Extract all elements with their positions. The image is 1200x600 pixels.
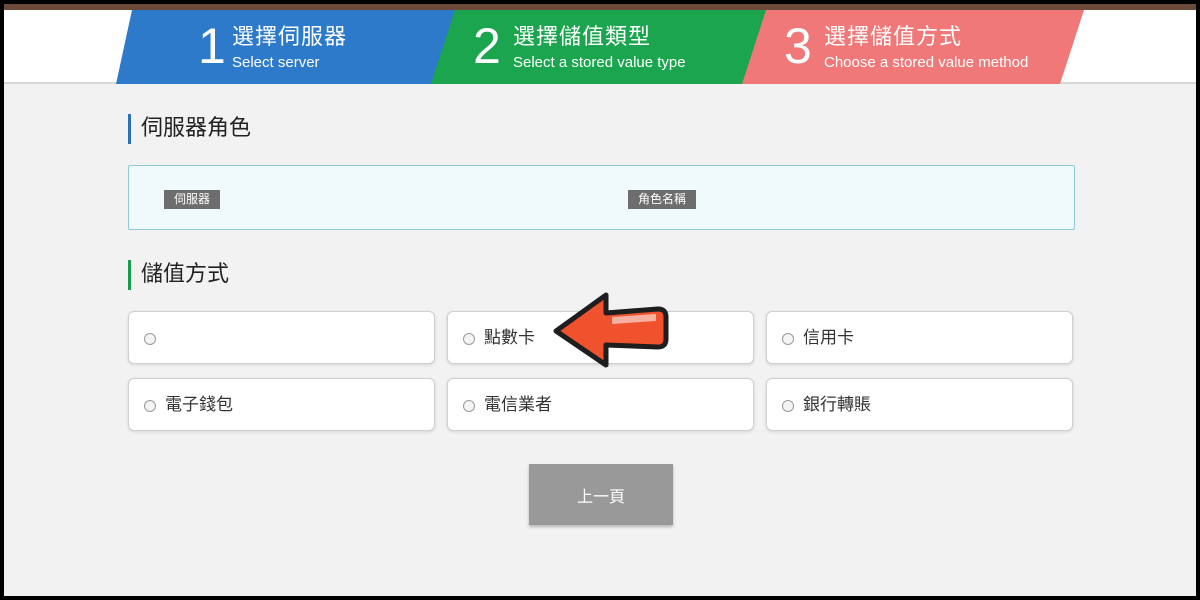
step-1-title: 選擇伺服器 [232, 25, 348, 50]
payment-option-credit-card[interactable]: 信用卡 [766, 311, 1073, 364]
option-label: 銀行轉賬 [803, 395, 871, 415]
option-label: 電信業者 [484, 395, 552, 415]
server-tag: 伺服器 [164, 190, 221, 209]
step-1-number: 1 [198, 18, 226, 74]
step-2-title: 選擇儲值類型 [513, 25, 652, 50]
payment-option-e-wallet[interactable]: 電子錢包 [128, 378, 435, 431]
radio-button[interactable] [782, 333, 794, 345]
step-1: 1 選擇伺服器 Select server [116, 10, 461, 84]
radio-button[interactable] [782, 400, 794, 412]
payment-method-heading: 儲值方式 [128, 260, 229, 290]
server-role-heading: 伺服器角色 [128, 114, 251, 144]
step-3-title: 選擇儲值方式 [824, 25, 963, 50]
step-2-number: 2 [473, 18, 501, 74]
step-3: 3 選擇儲值方式 Choose a stored value method [742, 10, 1084, 84]
radio-button[interactable] [463, 333, 475, 345]
option-label: 信用卡 [803, 328, 854, 348]
payment-option-blank[interactable] [128, 311, 435, 364]
option-label: 點數卡 [484, 328, 535, 348]
radio-button[interactable] [144, 333, 156, 345]
step-1-subtitle: Select server [232, 54, 320, 71]
step-3-subtitle: Choose a stored value method [824, 54, 1029, 71]
step-2: 2 選擇儲值類型 Select a stored value type [431, 10, 769, 84]
radio-button[interactable] [463, 400, 475, 412]
server-role-panel: 伺服器 角色名稱 [128, 165, 1075, 230]
step-3-number: 3 [784, 18, 812, 74]
step-progress: 1 選擇伺服器 Select server 2 選擇儲值類型 Select a … [4, 4, 1196, 86]
step-2-subtitle: Select a stored value type [513, 54, 686, 71]
pointer-arrow-icon [553, 292, 669, 368]
payment-option-telecom[interactable]: 電信業者 [447, 378, 754, 431]
payment-option-bank-transfer[interactable]: 銀行轉賬 [766, 378, 1073, 431]
page: 1 選擇伺服器 Select server 2 選擇儲值類型 Select a … [4, 4, 1196, 596]
radio-button[interactable] [144, 400, 156, 412]
previous-page-button[interactable]: 上一頁 [529, 464, 673, 525]
role-name-tag: 角色名稱 [628, 190, 697, 209]
option-label: 電子錢包 [165, 395, 233, 415]
